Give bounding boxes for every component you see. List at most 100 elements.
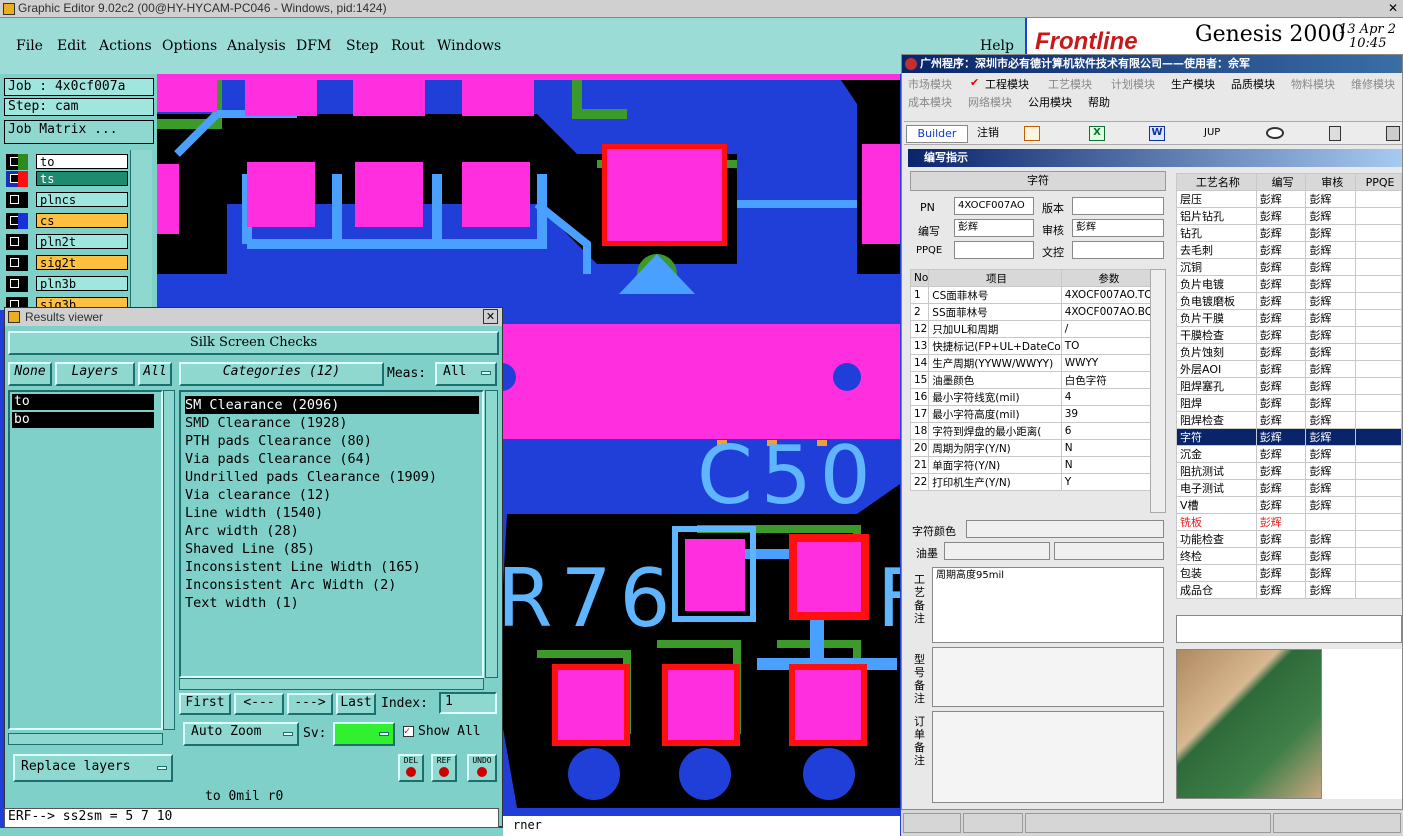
table-row[interactable]: 电子测试 彭辉 彭辉 <box>1176 479 1402 497</box>
menu-step[interactable]: Step <box>346 38 378 54</box>
model-note-field[interactable] <box>932 647 1164 707</box>
table-row[interactable]: 18 字符到焊盘的最小距离(6 <box>909 422 1155 440</box>
category-item[interactable]: Undrilled pads Clearance (1909) <box>185 468 437 486</box>
category-item[interactable]: Inconsistent Line Width (165) <box>185 558 421 576</box>
menu-dfm[interactable]: DFM <box>296 38 331 54</box>
category-hscrollbar[interactable] <box>179 678 484 690</box>
menu-windows[interactable]: Windows <box>437 38 501 54</box>
table-row[interactable]: 14 生产周期(YYWW/WWYY) WWYY <box>909 354 1155 372</box>
table-row[interactable]: 2 SS面菲林号 4XOCF007AO.BO <box>909 303 1155 321</box>
table-row[interactable]: 12 只加UL和周期 / <box>909 320 1155 338</box>
category-scrollbar[interactable] <box>485 390 498 678</box>
table-row[interactable]: 干膜检查 彭辉 彭辉 <box>1176 326 1402 344</box>
next-button[interactable]: ---> <box>287 693 333 715</box>
categories-button[interactable]: Categories (12) <box>179 362 384 386</box>
table-row[interactable]: 负片电镀 彭辉 彭辉 <box>1176 275 1402 293</box>
layer-cs[interactable]: cs <box>6 213 128 229</box>
table-row[interactable]: 13 快捷标记(FP+UL+DateCo TO <box>909 337 1155 355</box>
table-row[interactable]: 阻抗测试 彭辉 彭辉 <box>1176 462 1402 480</box>
replace-layers-select[interactable]: Replace layers <box>13 754 173 782</box>
category-item[interactable]: SMD Clearance (1928) <box>185 414 348 432</box>
table-row[interactable]: 钻孔 彭辉 彭辉 <box>1176 224 1402 242</box>
layer-list-hscrollbar[interactable] <box>8 733 163 745</box>
table-row[interactable]: V槽 彭辉 彭辉 <box>1176 496 1402 514</box>
menu-analysis[interactable]: Analysis <box>227 38 286 54</box>
menu-cost[interactable]: 成本模块 <box>908 94 952 110</box>
table-row[interactable]: 22 打印机生产(Y/N) Y <box>909 473 1155 491</box>
table-row[interactable]: 沉铜 彭辉 彭辉 <box>1176 258 1402 276</box>
doc-control-field[interactable] <box>1072 241 1164 259</box>
sv-select[interactable] <box>333 722 395 746</box>
excel-icon[interactable]: X <box>1089 126 1105 141</box>
menu-actions[interactable]: Actions <box>99 38 152 54</box>
char-color-select[interactable] <box>966 520 1164 538</box>
category-item[interactable]: SM Clearance (2096) <box>185 396 479 414</box>
logout-button[interactable]: 注销 <box>972 125 1004 143</box>
word-icon[interactable]: W <box>1149 126 1165 141</box>
table-row[interactable]: 去毛刺 彭辉 彭辉 <box>1176 241 1402 259</box>
table-row[interactable]: 功能检查 彭辉 彭辉 <box>1176 530 1402 548</box>
category-item[interactable]: Arc width (28) <box>185 522 299 540</box>
layer-pln3b[interactable]: pln3b <box>6 276 128 292</box>
table-row[interactable]: 负电镀磨板 彭辉 彭辉 <box>1176 292 1402 310</box>
table-row[interactable]: 包装 彭辉 彭辉 <box>1176 564 1402 582</box>
order-note-field[interactable] <box>932 711 1164 803</box>
first-button[interactable]: First <box>179 693 231 715</box>
del-button[interactable]: DEL <box>398 754 424 782</box>
process-input[interactable] <box>1176 615 1402 643</box>
table-row[interactable]: 负片干膜 彭辉 彭辉 <box>1176 309 1402 327</box>
layer-result-bo[interactable]: bo <box>12 412 154 428</box>
menu-common[interactable]: 公用模块 <box>1028 94 1072 110</box>
table-row[interactable]: 21 单面字符(Y/N) N <box>909 456 1155 474</box>
layer-plncs[interactable]: plncs <box>6 192 128 208</box>
menu-help[interactable]: Help <box>980 38 1014 54</box>
jup-button[interactable]: JUP <box>1204 127 1220 138</box>
tools-icon[interactable] <box>1386 126 1400 141</box>
menu-market[interactable]: 市场模块 <box>908 76 952 92</box>
layer-list-scrollbar[interactable] <box>163 390 175 730</box>
command-line[interactable]: ERF--> ss2sm = 5 7 10 <box>4 808 499 828</box>
layer-scrollbar[interactable] <box>130 150 152 310</box>
table-row[interactable]: 阻焊检查 彭辉 彭辉 <box>1176 411 1402 429</box>
writer-field[interactable]: 彭辉 <box>954 219 1034 237</box>
category-item[interactable]: PTH pads Clearance (80) <box>185 432 372 450</box>
ref-button[interactable]: REF <box>431 754 457 782</box>
table-row[interactable]: 15 油墨颜色 白色字符 <box>909 371 1155 389</box>
table-row[interactable]: 1 CS面菲林号 4XOCF007AO.TO <box>909 286 1155 304</box>
category-item[interactable]: Text width (1) <box>185 594 299 612</box>
ppt-icon[interactable] <box>1024 126 1040 141</box>
process-note-field[interactable]: 周期高度95mil <box>932 567 1164 643</box>
view-icon[interactable] <box>1266 127 1284 139</box>
menu-process[interactable]: 工艺模块 <box>1048 76 1092 92</box>
category-item[interactable]: Inconsistent Arc Width (2) <box>185 576 396 594</box>
table-row[interactable]: 外层AOI 彭辉 彭辉 <box>1176 360 1402 378</box>
menu-rout[interactable]: Rout <box>391 38 425 54</box>
builder-button[interactable]: Builder <box>906 125 968 143</box>
table-row[interactable]: 17 最小字符高度(mil) 39 <box>909 405 1155 423</box>
menu-material[interactable]: 物料模块 <box>1291 76 1335 92</box>
meas-select[interactable]: All <box>435 362 497 386</box>
menu-options[interactable]: Options <box>162 38 217 54</box>
table-row[interactable]: 铣板 彭辉 <box>1176 513 1402 531</box>
layer-pln2t[interactable]: pln2t <box>6 234 128 250</box>
table-row[interactable]: 负片蚀刻 彭辉 彭辉 <box>1176 343 1402 361</box>
reviewer-field[interactable]: 彭辉 <box>1072 219 1164 237</box>
undo-button[interactable]: UNDO <box>467 754 497 782</box>
menu-network[interactable]: 网络模块 <box>968 94 1012 110</box>
auto-zoom-select[interactable]: Auto Zoom <box>183 722 299 746</box>
menu-file[interactable]: File <box>16 38 43 54</box>
category-list[interactable]: SM Clearance (2096) SMD Clearance (1928)… <box>179 390 484 678</box>
menu-quality[interactable]: 品质模块 <box>1231 76 1275 92</box>
ink-field-1[interactable] <box>944 542 1050 560</box>
none-button[interactable]: None <box>8 362 52 386</box>
category-item[interactable]: Shaved Line (85) <box>185 540 315 558</box>
show-all-checkbox[interactable]: ✓ <box>403 726 414 737</box>
table-row[interactable]: 20 周期为阴字(Y/N) N <box>909 439 1155 457</box>
table-row[interactable]: 阻焊塞孔 彭辉 彭辉 <box>1176 377 1402 395</box>
layer-ts[interactable]: ts <box>6 171 128 187</box>
table-row[interactable]: 铝片钻孔 彭辉 彭辉 <box>1176 207 1402 225</box>
table-row[interactable]: 层压 彭辉 彭辉 <box>1176 190 1402 208</box>
table-row[interactable]: 16 最小字符线宽(mil) 4 <box>909 388 1155 406</box>
menu-engineering[interactable]: 工程模块 <box>985 76 1029 92</box>
layer-sig2t[interactable]: sig2t <box>6 255 128 271</box>
